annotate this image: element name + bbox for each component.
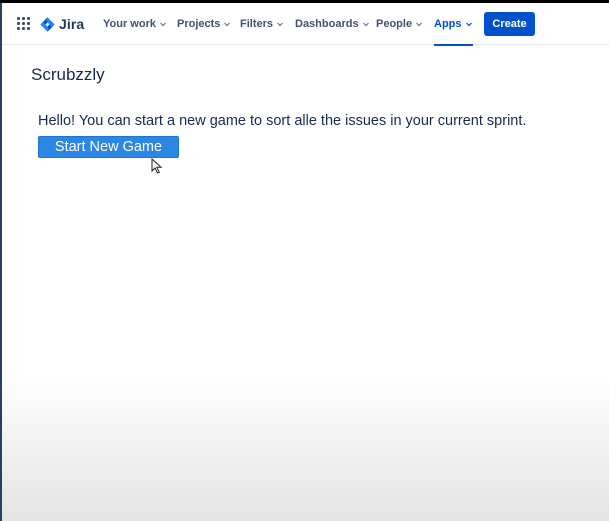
start-new-game-button[interactable]: Start New Game bbox=[38, 136, 179, 158]
nav-projects[interactable]: Projects bbox=[177, 3, 231, 45]
nav-people[interactable]: People bbox=[376, 3, 423, 45]
jira-logo-text: Jira bbox=[59, 16, 85, 32]
jira-logo[interactable]: Jira bbox=[40, 14, 84, 34]
nav-people-label: People bbox=[376, 18, 413, 30]
nav-dashboards[interactable]: Dashboards bbox=[295, 3, 370, 45]
page-title: Scrubzzly bbox=[31, 65, 105, 84]
chevron-down-icon bbox=[416, 22, 423, 27]
nav-dashboards-label: Dashboards bbox=[295, 18, 359, 30]
browser-frame: Jira Your work Projects Filters Dashboar… bbox=[0, 3, 609, 521]
intro-text: Hello! You can start a new game to sort … bbox=[38, 113, 527, 129]
nav-filters-label: Filters bbox=[240, 18, 274, 30]
chevron-down-icon bbox=[362, 22, 369, 27]
top-navigation: Jira Your work Projects Filters Dashboar… bbox=[2, 3, 609, 46]
nav-your-work-label: Your work bbox=[103, 18, 156, 30]
nav-your-work[interactable]: Your work bbox=[103, 3, 167, 45]
create-button[interactable]: Create bbox=[484, 12, 535, 36]
chevron-down-icon bbox=[277, 22, 283, 27]
chevron-down-icon bbox=[224, 22, 231, 27]
mouse-pointer-icon bbox=[151, 158, 163, 174]
nav-apps-label: Apps bbox=[434, 18, 462, 30]
chevron-down-icon bbox=[160, 22, 166, 27]
chevron-down-icon bbox=[465, 22, 472, 27]
app-switcher-grid-icon[interactable] bbox=[17, 17, 31, 31]
nav-projects-label: Projects bbox=[177, 18, 221, 30]
nav-filters[interactable]: Filters bbox=[240, 3, 284, 45]
nav-apps[interactable]: Apps bbox=[434, 3, 473, 46]
jira-logo-icon bbox=[40, 16, 55, 32]
